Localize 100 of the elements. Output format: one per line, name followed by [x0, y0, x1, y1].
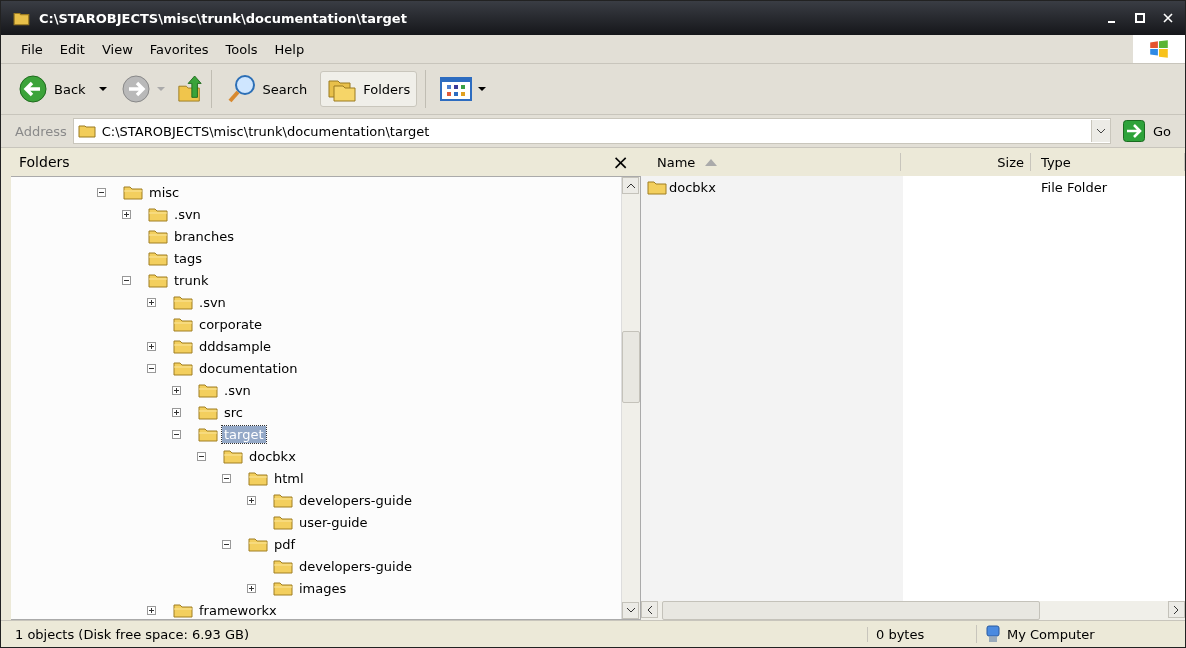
- folder-icon: [123, 184, 143, 200]
- tree-item[interactable]: developers-guide: [297, 491, 414, 509]
- search-button[interactable]: Search: [219, 69, 315, 109]
- tree-item[interactable]: documentation: [197, 359, 300, 377]
- chevron-right-icon: [1174, 605, 1179, 614]
- folder-icon: [173, 316, 193, 332]
- expander-icon[interactable]: [97, 187, 106, 197]
- file-type: File Folder: [1041, 179, 1108, 195]
- folder-icon: [198, 382, 218, 398]
- folder-icon: [273, 558, 293, 574]
- folder-icon: [148, 272, 168, 288]
- folder-icon: [148, 206, 168, 222]
- tree-item[interactable]: .svn: [222, 381, 253, 399]
- expander-icon[interactable]: [147, 341, 156, 351]
- folder-icon: [248, 470, 268, 486]
- tree-item[interactable]: developers-guide: [297, 557, 414, 575]
- tree-item[interactable]: trunk: [172, 271, 211, 289]
- search-icon: [226, 74, 257, 104]
- window-title: C:\STAROBJECTS\misc\trunk\documentation\target: [39, 10, 407, 26]
- tree-item[interactable]: .svn: [197, 293, 228, 311]
- folder-icon: [173, 338, 193, 354]
- views-icon[interactable]: [440, 77, 473, 101]
- expander-icon[interactable]: [247, 583, 256, 593]
- tree-item[interactable]: frameworkx: [197, 601, 279, 619]
- menu-item[interactable]: Favorites: [143, 39, 215, 59]
- folders-button[interactable]: Folders: [320, 71, 418, 107]
- expander-icon[interactable]: [172, 385, 181, 395]
- tree-item[interactable]: misc: [147, 183, 182, 201]
- menu-item[interactable]: Help: [268, 39, 311, 59]
- tree-item[interactable]: pdf: [272, 535, 298, 553]
- folder-icon: [198, 404, 218, 420]
- expander-icon[interactable]: [147, 605, 156, 615]
- expander-icon[interactable]: [122, 275, 131, 285]
- menu-item[interactable]: File: [15, 39, 49, 59]
- tree-item[interactable]: .svn: [172, 205, 203, 223]
- tree-item[interactable]: corporate: [197, 315, 265, 333]
- folder-icon: [647, 179, 667, 195]
- folder-icon: [273, 514, 293, 530]
- expander-icon[interactable]: [122, 209, 131, 219]
- scroll-up-button[interactable]: [622, 177, 639, 194]
- close-pane-button[interactable]: ×: [612, 150, 629, 174]
- sort-arrow-icon: [705, 158, 718, 166]
- pane-title: Folders: [19, 154, 70, 170]
- status-size: 0 bytes: [867, 626, 976, 642]
- folder-icon: [148, 228, 168, 244]
- scroll-right-button[interactable]: [1168, 601, 1185, 618]
- computer-icon: [985, 625, 1001, 643]
- folder-icon: [198, 426, 218, 442]
- file-name[interactable]: docbkx: [669, 179, 716, 195]
- caret-icon[interactable]: [478, 87, 487, 91]
- scroll-thumb[interactable]: [622, 331, 640, 403]
- tree-item[interactable]: tags: [172, 249, 205, 267]
- tree-item[interactable]: user-guide: [297, 513, 370, 531]
- expander-icon[interactable]: [147, 297, 156, 307]
- chevron-up-icon: [626, 183, 635, 188]
- expander-icon[interactable]: [172, 429, 181, 439]
- chevron-left-icon: [647, 605, 652, 614]
- column-header[interactable]: Name: [641, 153, 901, 171]
- address-label: Address: [15, 123, 67, 139]
- column-header[interactable]: Size: [901, 153, 1031, 171]
- status-text: 1 objects (Disk free space: 6.93 GB): [14, 626, 251, 642]
- address-field[interactable]: C:\STAROBJECTS\misc\trunk\documentation\target: [72, 118, 1111, 144]
- folder-icon: [173, 360, 193, 376]
- folder-icon: [273, 580, 293, 596]
- expander-icon[interactable]: [197, 451, 206, 461]
- scroll-left-button[interactable]: [641, 601, 658, 618]
- folder-up-icon[interactable]: [176, 74, 203, 104]
- folder-icon: [273, 492, 293, 508]
- expander-icon[interactable]: [147, 363, 156, 373]
- menu-item[interactable]: Edit: [53, 39, 91, 59]
- tree-item[interactable]: dddsample: [197, 337, 274, 355]
- expander-icon[interactable]: [222, 539, 231, 549]
- expander-icon[interactable]: [172, 407, 181, 417]
- expander-icon[interactable]: [222, 473, 231, 483]
- folder-icon: [13, 10, 31, 26]
- menu-item[interactable]: Tools: [219, 39, 264, 59]
- caret-icon[interactable]: [98, 87, 107, 91]
- forward-icon[interactable]: [120, 74, 151, 104]
- scroll-thumb[interactable]: [662, 601, 1040, 620]
- tree-item[interactable]: html: [272, 469, 306, 487]
- tree-item[interactable]: docbkx: [247, 447, 298, 465]
- folder-icon: [248, 536, 268, 552]
- expander-icon[interactable]: [247, 495, 256, 505]
- menu-item[interactable]: View: [95, 39, 139, 59]
- go-button[interactable]: Go: [1116, 120, 1177, 142]
- arrow-right-icon: [1122, 120, 1145, 142]
- folder-icon: [77, 124, 96, 138]
- chevron-down-icon: [1096, 129, 1105, 133]
- folder-icon: [173, 602, 193, 618]
- tree-item[interactable]: branches: [172, 227, 236, 245]
- column-header[interactable]: Type: [1031, 153, 1185, 171]
- close-icon[interactable]: [1163, 13, 1173, 23]
- tree-item[interactable]: src: [222, 403, 245, 421]
- maximize-icon[interactable]: [1135, 13, 1145, 23]
- scroll-down-button[interactable]: [622, 602, 639, 619]
- folder-icon: [223, 448, 243, 464]
- folder-icon: [148, 250, 168, 266]
- back-button[interactable]: Back: [11, 69, 93, 109]
- status-zone: My Computer: [1007, 626, 1095, 642]
- tree-item[interactable]: images: [297, 579, 349, 597]
